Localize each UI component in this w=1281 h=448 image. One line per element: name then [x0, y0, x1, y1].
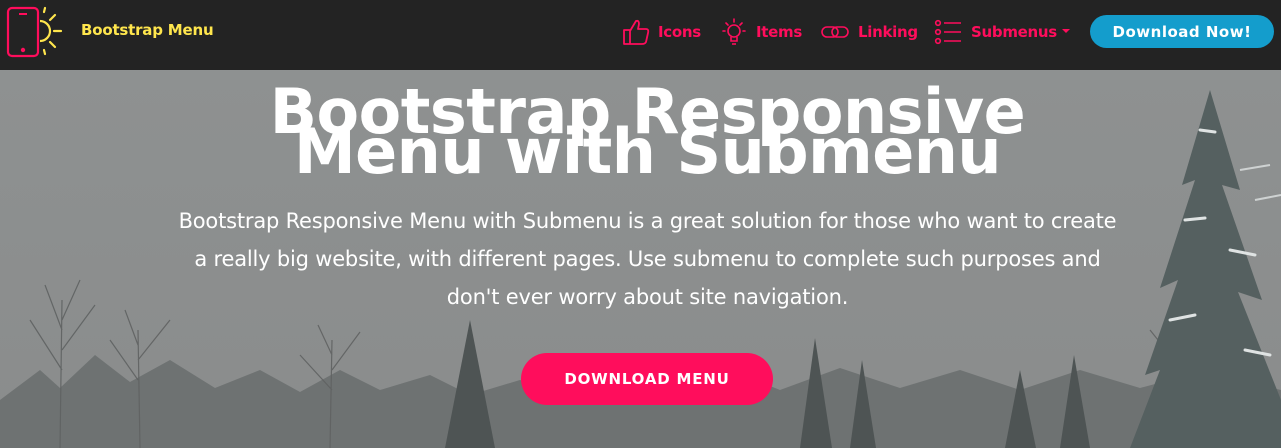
nav-item-submenus-label: Submenus [971, 23, 1057, 41]
nav-item-icons[interactable]: Icons [620, 17, 701, 47]
hero-title-line2: Menu with Submenu [293, 115, 1002, 188]
lightbulb-icon [720, 18, 748, 46]
hero-section: Bootstrap Responsive Menu with Submenu B… [0, 70, 1281, 448]
thumbs-up-icon [620, 18, 650, 46]
download-menu-button[interactable]: DOWNLOAD MENU [521, 353, 773, 405]
mobile-sun-icon[interactable] [6, 6, 70, 60]
brand-name[interactable]: Bootstrap Menu [81, 21, 214, 39]
navbar: Bootstrap Menu Icons Items Linking Subme… [0, 0, 1281, 70]
nav-item-submenus[interactable]: Submenus [933, 17, 1070, 47]
nav-item-icons-label: Icons [658, 23, 701, 41]
chevron-down-icon [1061, 29, 1070, 33]
hero-description: Bootstrap Responsive Menu with Submenu i… [178, 209, 1117, 309]
link-icon [820, 18, 850, 46]
hero-title: Bootstrap Responsive Menu with Submenu [150, 81, 1145, 188]
nav-item-items[interactable]: Items [720, 17, 802, 47]
nav-item-linking[interactable]: Linking [820, 17, 918, 47]
nav-item-items-label: Items [756, 23, 802, 41]
list-icon [933, 18, 963, 46]
nav-item-linking-label: Linking [858, 23, 918, 41]
download-now-button[interactable]: Download Now! [1090, 15, 1274, 48]
